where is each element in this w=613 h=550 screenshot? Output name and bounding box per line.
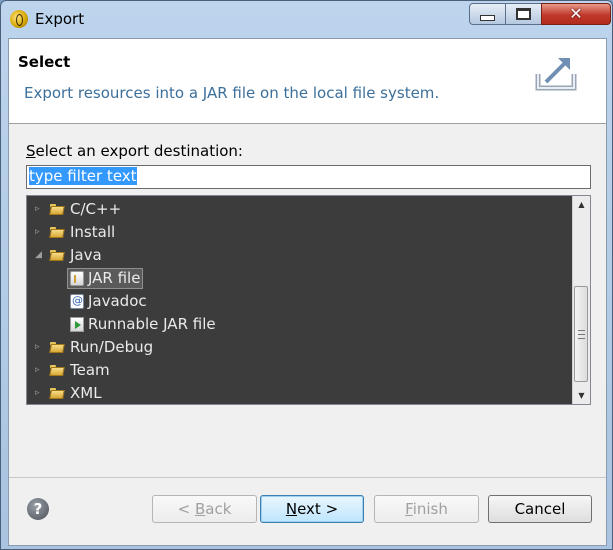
cancel-button[interactable]: Cancel: [488, 495, 592, 523]
expand-icon[interactable]: ▹: [35, 226, 43, 238]
tree-item-label: Install: [70, 223, 116, 241]
close-button[interactable]: ✕: [541, 3, 611, 25]
tree-item-label: JAR file: [88, 269, 141, 287]
runnable-jar-icon: [70, 316, 84, 332]
folder-icon: [50, 203, 65, 215]
expand-icon[interactable]: ▹: [35, 203, 43, 215]
tree-item-label: C/C++: [70, 200, 122, 218]
tree-item-label: Team: [70, 361, 110, 379]
scrollbar-thumb[interactable]: [574, 286, 588, 382]
tree-item-javadoc[interactable]: Javadoc: [70, 290, 147, 312]
maximize-button[interactable]: [505, 3, 542, 25]
tree-item-cpp[interactable]: ▹ C/C++: [27, 198, 121, 220]
footer-separator: [9, 477, 606, 478]
jar-file-icon: [70, 270, 84, 286]
minimize-button[interactable]: [469, 3, 506, 25]
folder-icon: [50, 387, 65, 399]
expand-icon[interactable]: ▹: [35, 387, 43, 399]
tree-item-xml[interactable]: ▹ XML: [27, 382, 102, 404]
expand-icon[interactable]: ▹: [35, 341, 43, 353]
page-description: Export resources into a JAR file on the …: [24, 84, 440, 102]
dialog-content: Select Export resources into a JAR file …: [8, 38, 607, 546]
finish-button[interactable]: Finish: [374, 495, 479, 523]
vertical-scrollbar[interactable]: ▲ ▼: [572, 196, 590, 404]
tree-item-team[interactable]: ▹ Team: [27, 359, 110, 381]
next-mnemonic: N: [285, 500, 298, 518]
folder-icon: [50, 364, 65, 376]
expand-icon[interactable]: ▹: [35, 364, 43, 376]
back-label: ack: [205, 500, 232, 518]
export-dialog: Export ✕ Select Export resources into a …: [0, 0, 613, 550]
collapse-icon[interactable]: ◢: [35, 249, 43, 261]
page-title: Select: [18, 53, 71, 71]
wizard-header: Select Export resources into a JAR file …: [9, 39, 606, 124]
label-mnemonic: S: [26, 142, 36, 160]
folder-icon: [50, 249, 65, 261]
tree-item-label: XML: [70, 384, 102, 402]
minimize-icon: [480, 15, 495, 21]
folder-icon: [50, 341, 65, 353]
finish-label: inish: [412, 500, 448, 518]
back-button[interactable]: < Back: [152, 495, 257, 523]
back-mnemonic: B: [194, 500, 206, 518]
maximize-icon: [516, 8, 531, 20]
eclipse-app-icon: [10, 10, 28, 28]
selection-highlight: JAR file: [67, 267, 144, 289]
back-prefix: <: [177, 500, 195, 518]
javadoc-icon: [70, 293, 84, 309]
grip-icon: [578, 330, 585, 339]
folder-icon: [50, 226, 65, 238]
export-tree[interactable]: ▹ C/C++ ▹ Install ◢ Java JAR file @ Java…: [26, 195, 591, 405]
tree-item-runnable-jar[interactable]: Runnable JAR file: [70, 313, 216, 335]
tree-item-java[interactable]: ◢ Java: [27, 244, 102, 266]
next-label: ext >: [297, 500, 339, 518]
tree-item-run-debug[interactable]: ▹ Run/Debug: [27, 336, 153, 358]
tree-item-label: Run/Debug: [70, 338, 154, 356]
window-title: Export: [35, 10, 85, 28]
tree-item-label: Java: [70, 246, 102, 264]
title-bar[interactable]: Export ✕: [1, 1, 612, 37]
destination-label: Select an export destination:: [26, 142, 243, 160]
tree-item-label: Javadoc: [88, 292, 147, 310]
tree-item-install[interactable]: ▹ Install: [27, 221, 115, 243]
help-icon[interactable]: ?: [27, 498, 49, 520]
finish-mnemonic: F: [405, 500, 413, 518]
tree-item-jar-file[interactable]: JAR file: [67, 267, 144, 289]
label-text: elect an export destination:: [35, 142, 243, 160]
close-icon: ✕: [569, 4, 583, 23]
scroll-down-icon[interactable]: ▼: [573, 387, 590, 404]
filter-input[interactable]: type filter text: [26, 165, 591, 189]
scroll-up-icon[interactable]: ▲: [573, 196, 590, 213]
tree-item-label: Runnable JAR file: [88, 315, 216, 333]
filter-text: type filter text: [29, 167, 137, 185]
export-icon: [535, 58, 577, 91]
next-button[interactable]: Next >: [260, 495, 364, 523]
